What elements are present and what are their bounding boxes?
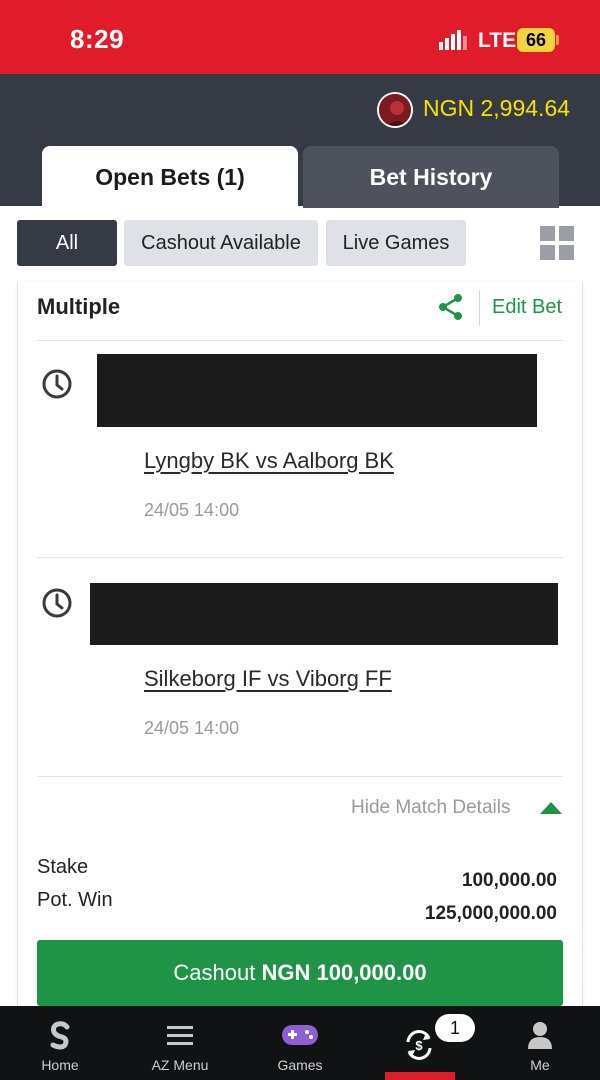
nav-me[interactable]: Me <box>480 1006 600 1080</box>
nav-home[interactable]: Home <box>0 1006 120 1080</box>
signal-strength-icon <box>439 30 467 50</box>
filter-all[interactable]: All <box>17 220 117 266</box>
battery-tip <box>556 35 559 45</box>
tab-open-bets[interactable]: Open Bets (1) <box>42 146 298 208</box>
divider <box>37 340 563 341</box>
stake-value: 100,000.00 <box>461 870 557 891</box>
user-icon <box>528 1022 552 1049</box>
redacted-selection <box>97 354 537 427</box>
open-bets-screen: 8:29 LTE 66 NGN 2,994.64 Open Bets (1) B… <box>0 0 600 1080</box>
hide-match-details-button[interactable]: Hide Match Details <box>351 797 510 819</box>
chevron-up-icon[interactable] <box>540 802 562 814</box>
grid-view-icon[interactable] <box>540 226 574 260</box>
cashout-button[interactable]: Cashout NGN 100,000.00 <box>37 940 563 1006</box>
redacted-selection <box>90 583 558 645</box>
stake-label: Stake <box>37 856 89 878</box>
bet-sync-icon: $ <box>406 1030 432 1060</box>
nav-games-label: Games <box>277 1057 323 1073</box>
nav-games[interactable]: Games <box>240 1006 360 1080</box>
network-type: LTE <box>478 29 517 52</box>
potential-win-label: Pot. Win <box>37 889 113 911</box>
edit-bet-button[interactable]: Edit Bet <box>492 296 562 319</box>
potential-win-value: 125,000,000.00 <box>424 903 557 924</box>
clock-icon <box>42 588 72 618</box>
cashout-amount: NGN 100,000.00 <box>261 960 427 985</box>
tab-bet-history[interactable]: Bet History <box>303 146 559 208</box>
open-bets-count-badge: 1 <box>435 1014 475 1042</box>
hamburger-menu-icon <box>167 1026 193 1045</box>
nav-az-menu-label: AZ Menu <box>151 1057 209 1073</box>
status-bar: 8:29 LTE 66 <box>0 0 600 74</box>
filter-live-games[interactable]: Live Games <box>326 220 466 266</box>
battery-icon: 66 <box>517 28 555 52</box>
divider <box>37 557 563 558</box>
status-time: 8:29 <box>70 24 125 54</box>
match-datetime: 24/05 14:00 <box>144 718 240 738</box>
nav-home-label: Home <box>41 1057 79 1073</box>
match-link[interactable]: Silkeborg IF vs Viborg FF <box>144 666 392 692</box>
divider <box>37 776 563 777</box>
bet-type-title: Multiple <box>37 294 121 319</box>
nav-active-indicator <box>385 1072 455 1080</box>
clock-icon <box>42 369 72 399</box>
account-balance[interactable]: NGN 2,994.64 <box>423 95 570 122</box>
sportybet-logo-icon <box>50 1021 70 1050</box>
avatar[interactable] <box>377 92 413 128</box>
nav-me-label: Me <box>530 1057 550 1073</box>
filter-cashout-available[interactable]: Cashout Available <box>124 220 318 266</box>
svg-text:$: $ <box>415 1038 423 1053</box>
share-icon[interactable] <box>437 293 465 321</box>
match-datetime: 24/05 14:00 <box>144 500 240 520</box>
match-link[interactable]: Lyngby BK vs Aalborg BK <box>144 448 394 474</box>
nav-az-menu[interactable]: AZ Menu <box>120 1006 240 1080</box>
cashout-label: Cashout <box>173 960 256 985</box>
gamepad-icon <box>282 1025 318 1045</box>
header-divider <box>479 290 480 326</box>
